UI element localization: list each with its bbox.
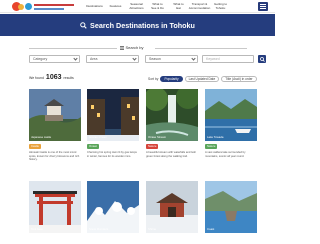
sort-controls: Sort by Popularity Last Updated Date Tit… bbox=[148, 75, 259, 82]
area-select[interactable]: Area bbox=[86, 55, 139, 63]
results-count: 1063 bbox=[45, 74, 62, 81]
sort-popularity-button[interactable]: Popularity bbox=[160, 75, 183, 82]
category-select[interactable]: Category bbox=[29, 55, 80, 63]
search-icon bbox=[259, 56, 265, 62]
list-icon bbox=[120, 45, 124, 50]
destination-image[interactable]: Shrine bbox=[146, 181, 198, 233]
results-summary: We found 1063 results bbox=[29, 74, 74, 81]
search-icon bbox=[80, 21, 87, 29]
category-tag: Nature bbox=[205, 144, 218, 149]
season-select[interactable]: Season bbox=[145, 55, 198, 63]
destination-image[interactable]: Oirase Stream bbox=[146, 89, 198, 141]
destination-description: Charming hot spring town lit by gas lamp… bbox=[87, 151, 137, 158]
site-logo[interactable] bbox=[12, 1, 76, 12]
search-by-label: Search by bbox=[120, 45, 144, 50]
category-tag: Castle bbox=[29, 144, 41, 149]
chevron-down-icon bbox=[73, 56, 78, 61]
destination-image[interactable]: Ginzan Onsen bbox=[87, 89, 139, 141]
destination-description: A vast caldera lake surrounded by mounta… bbox=[205, 151, 246, 158]
site-header: Destinations Features Seasonal Attractio… bbox=[0, 0, 275, 13]
nav-features[interactable]: Features bbox=[105, 1, 126, 12]
nav-destinations[interactable]: Destinations bbox=[84, 1, 105, 12]
destination-image[interactable]: Snow Monsters bbox=[87, 181, 139, 233]
page-title: Search Destinations in Tohoku bbox=[90, 20, 195, 30]
destination-image[interactable]: Lake Towada bbox=[205, 89, 257, 141]
search-by-divider: Search by bbox=[0, 44, 275, 52]
search-button[interactable] bbox=[258, 55, 266, 63]
nav-getting-to[interactable]: Getting to Tohoku bbox=[210, 1, 231, 12]
sort-label: Sort by bbox=[148, 76, 159, 81]
destination-image[interactable]: Coast bbox=[205, 181, 257, 233]
chevron-down-icon bbox=[132, 56, 137, 61]
nav-seasonal[interactable]: Seasonal Attractions bbox=[126, 1, 147, 12]
search-banner: Search Destinations in Tohoku bbox=[0, 14, 275, 36]
destination-description: Hirosaki Castle is one of the most iconi… bbox=[29, 151, 80, 162]
keyword-input[interactable]: Keyword bbox=[202, 55, 254, 63]
category-tag: Nature bbox=[146, 144, 159, 149]
destination-image[interactable]: Japanese castle bbox=[29, 89, 81, 141]
nav-eat[interactable]: What to Eat bbox=[168, 1, 189, 12]
chevron-down-icon bbox=[191, 56, 196, 61]
sort-title-button[interactable]: Title (Ascii) in order bbox=[221, 75, 257, 82]
category-tag: Onsen bbox=[87, 144, 100, 149]
nav-transport[interactable]: Transport & Accommodation bbox=[189, 1, 211, 12]
main-nav: Destinations Features Seasonal Attractio… bbox=[84, 1, 231, 12]
destination-description: A beautiful stream with waterfalls and l… bbox=[146, 151, 197, 158]
nav-see-do[interactable]: What to See & Do bbox=[147, 1, 168, 12]
destination-image[interactable]: Torii Gate bbox=[29, 181, 81, 233]
menu-button[interactable] bbox=[258, 2, 268, 11]
sort-date-button[interactable]: Last Updated Date bbox=[184, 75, 220, 82]
